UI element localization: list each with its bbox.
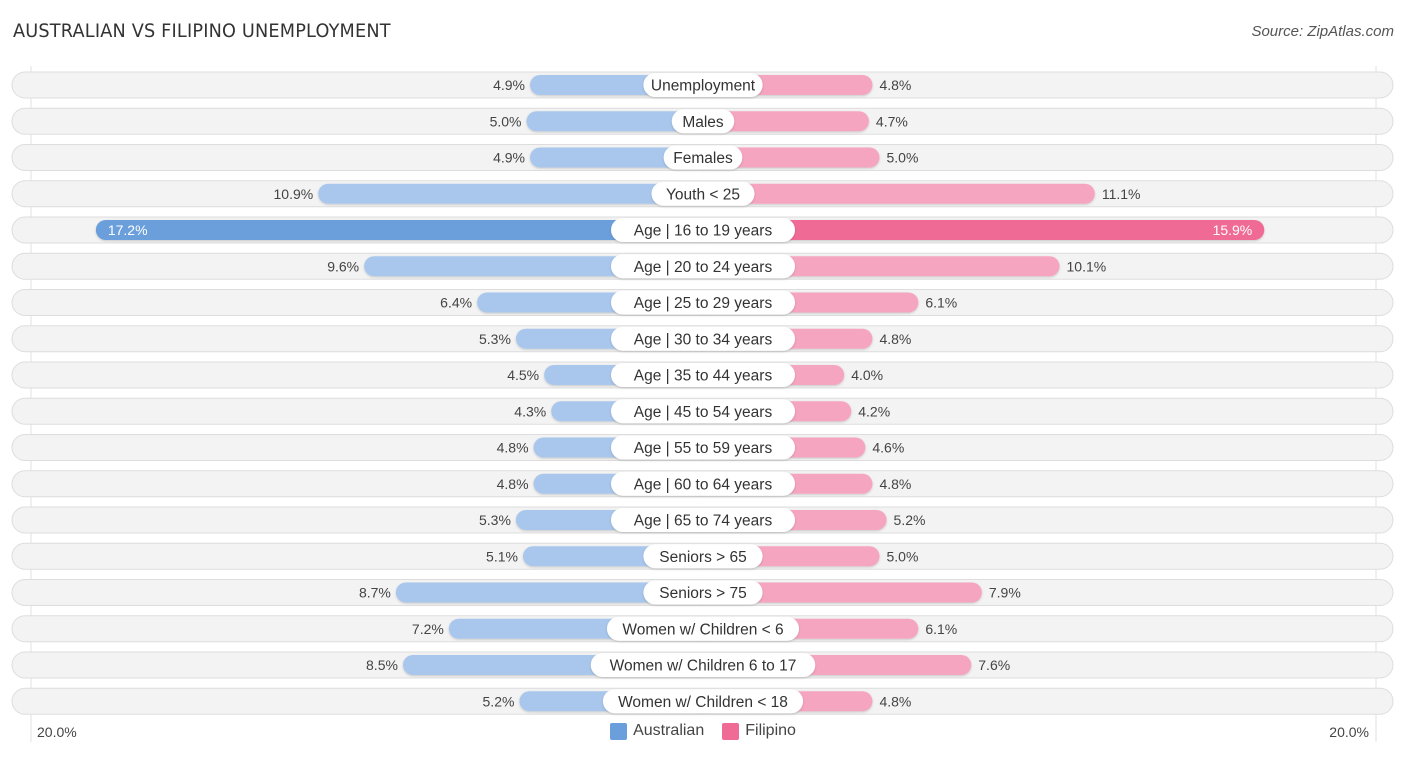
category-label: Women w/ Children < 6 [622,621,783,638]
value-label-australian: 9.6% [327,258,359,274]
chart-row: Age | 20 to 24 years 9.6% 10.1% [11,252,1394,280]
category-label: Age | 20 to 24 years [634,259,773,276]
diverging-bar-chart: Unemployment 4.9% 4.8% Males 5.0% 4.7% Females… [11,66,1394,742]
category-label: Women w/ Children 6 to 17 [610,658,797,675]
value-label-australian: 7.2% [412,621,444,637]
value-label-australian: 8.5% [366,657,398,673]
value-label-australian: 5.0% [490,113,522,129]
value-label-filipino: 7.6% [978,657,1010,673]
legend-item-filipino[interactable]: Filipino [722,722,796,740]
value-label-filipino: 5.0% [887,150,919,166]
value-label-australian: 5.2% [483,693,515,709]
value-label-filipino: 11.1% [1102,186,1141,202]
category-label: Males [682,114,724,131]
value-label-filipino: 4.0% [851,367,883,383]
chart-row: Women w/ Children 6 to 17 8.5% 7.6% [11,651,1394,679]
value-label-australian: 5.1% [486,548,518,564]
value-label-australian: 4.5% [507,367,539,383]
value-label-filipino: 4.6% [872,440,904,456]
category-label: Age | 60 to 64 years [634,476,773,493]
chart-row: Age | 30 to 34 years 5.3% 4.8% [11,325,1394,353]
category-label: Age | 55 to 59 years [634,440,773,457]
category-label: Age | 30 to 34 years [634,331,773,348]
value-label-filipino: 10.1% [1067,258,1107,274]
value-label-filipino: 5.0% [887,548,919,564]
category-label: Age | 45 to 54 years [634,404,773,421]
legend: Australian Filipino [0,722,1406,740]
category-label: Seniors > 65 [659,549,746,566]
chart-row: Seniors > 75 8.7% 7.9% [11,579,1394,606]
value-label-filipino: 4.8% [879,331,911,347]
chart-row: Age | 35 to 44 years 4.5% 4.0% [11,361,1394,389]
chart-row: Women w/ Children < 18 5.2% 4.8% [11,687,1394,715]
value-label-australian: 4.9% [493,77,525,93]
category-label: Females [673,150,733,167]
value-label-australian: 5.3% [479,331,511,347]
value-label-australian: 6.4% [440,295,472,311]
category-label: Seniors > 75 [659,585,746,602]
value-label-filipino: 15.9% [1213,222,1253,238]
value-label-australian: 4.8% [497,440,529,456]
chart-row: Seniors > 65 5.1% 5.0% [11,542,1394,570]
category-label: Age | 16 to 19 years [634,223,773,240]
chart-row: Age | 55 to 59 years 4.8% 4.6% [11,434,1394,461]
value-label-filipino: 7.9% [989,585,1021,601]
value-label-australian: 4.3% [514,403,546,419]
value-label-filipino: 4.8% [879,476,911,492]
legend-swatch-australian [610,722,628,740]
value-label-australian: 4.9% [493,150,525,166]
category-label: Unemployment [651,78,756,95]
chart-row: Age | 16 to 19 years 17.2% 15.9% [11,216,1394,244]
category-label: Age | 65 to 74 years [634,513,773,530]
value-label-australian: 4.8% [497,476,529,492]
category-label: Women w/ Children < 18 [618,694,788,711]
legend-label-filipino: Filipino [745,722,796,739]
legend-item-australian[interactable]: Australian [610,722,704,740]
value-label-filipino: 6.1% [925,295,957,311]
value-label-australian: 17.2% [108,222,148,238]
chart-row: Youth < 25 10.9% 11.1% [11,180,1394,208]
chart-row: Unemployment 4.9% 4.8% [11,71,1394,99]
value-label-australian: 8.7% [359,585,391,601]
category-label: Age | 25 to 29 years [634,295,773,312]
value-label-australian: 10.9% [274,186,314,202]
category-label: Youth < 25 [666,186,740,203]
value-label-filipino: 4.8% [879,77,911,93]
value-label-filipino: 4.2% [858,403,890,419]
chart-row: Age | 45 to 54 years 4.3% 4.2% [11,397,1394,425]
value-label-filipino: 5.2% [894,512,926,528]
chart-row: Males 5.0% 4.7% [11,107,1394,135]
legend-swatch-filipino [722,722,740,740]
value-label-filipino: 4.7% [876,113,908,129]
chart-row: Women w/ Children < 6 7.2% 6.1% [11,615,1394,643]
chart-row: Age | 60 to 64 years 4.8% 4.8% [11,470,1394,498]
legend-label-australian: Australian [633,722,705,739]
chart-row: Females 4.9% 5.0% [11,144,1394,171]
chart-row: Age | 65 to 74 years 5.3% 5.2% [11,506,1394,534]
value-label-filipino: 4.8% [879,693,911,709]
chart-row: Age | 25 to 29 years 6.4% 6.1% [11,289,1394,316]
value-label-australian: 5.3% [479,512,511,528]
value-label-filipino: 6.1% [925,621,957,637]
category-label: Age | 35 to 44 years [634,368,773,385]
